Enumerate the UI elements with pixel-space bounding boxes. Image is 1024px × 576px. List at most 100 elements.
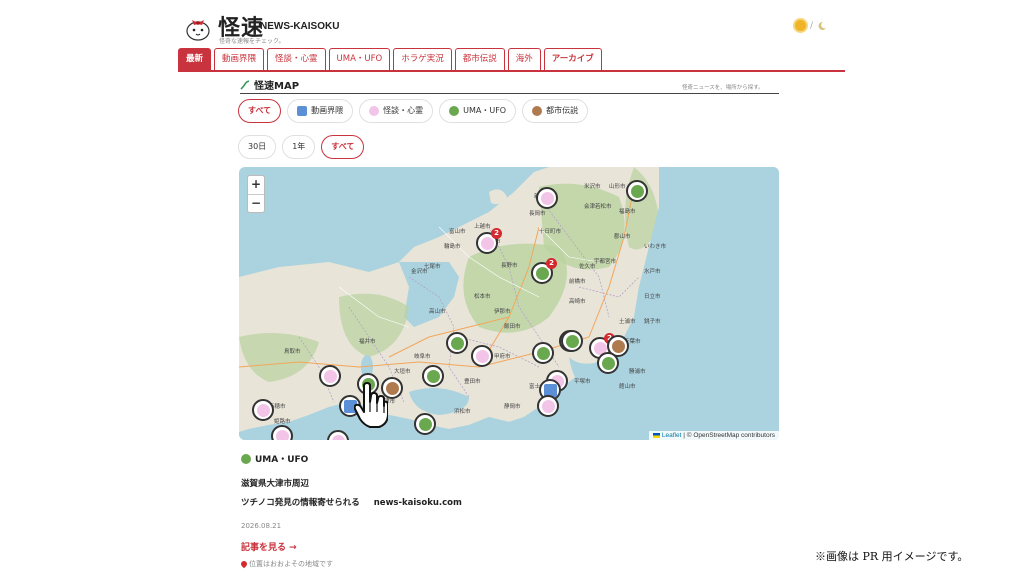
ghost-icon xyxy=(323,369,337,383)
time-chip-0[interactable]: 30日 xyxy=(238,135,277,159)
nav-tab-5[interactable]: 都市伝説 xyxy=(454,48,505,70)
leaflet-link[interactable]: Leaflet xyxy=(662,432,682,439)
map-marker[interactable] xyxy=(319,365,341,387)
map-marker[interactable]: 2 xyxy=(531,258,557,284)
category-chip-3[interactable]: UMA・UFO xyxy=(439,99,517,123)
zoom-out-button[interactable]: − xyxy=(248,194,264,212)
pin-icon xyxy=(239,559,249,569)
alien-icon xyxy=(601,356,615,370)
main-nav: 最新 動画界隈 怪談・心霊 UMA・UFO ホラゲ実況 都市伝説 海外 アーカイブ xyxy=(178,48,602,70)
city-label: 長野市 xyxy=(501,263,518,269)
ghost-icon xyxy=(256,403,270,417)
nav-tab-0[interactable]: 最新 xyxy=(178,48,212,70)
time-filters: 30日 1年 すべて xyxy=(238,135,365,159)
site-title-en[interactable]: NEWS-KAISOKU xyxy=(260,21,339,32)
category-chip-label: 怪談・心霊 xyxy=(383,106,424,115)
location-note-text: 位置はおおよその地域です xyxy=(249,560,333,568)
video-icon xyxy=(297,106,308,116)
city-label: 飯田市 xyxy=(504,324,521,330)
map-marker[interactable] xyxy=(537,395,559,417)
category-chip-0[interactable]: すべて xyxy=(238,99,282,123)
city-label: 富山市 xyxy=(449,229,466,235)
nav-tab-6[interactable]: 海外 xyxy=(507,48,541,70)
city-label: 高山市 xyxy=(429,309,446,315)
legend-icon xyxy=(611,339,625,353)
map-marker[interactable] xyxy=(536,187,558,209)
theme-toggle[interactable]: / xyxy=(795,20,827,31)
city-label: 浜松市 xyxy=(454,409,471,415)
detail-title: ツチノコ発見の情報寄せられる news-kaisoku.com xyxy=(241,496,462,508)
map-tiles[interactable] xyxy=(239,167,779,440)
nav-tab-2[interactable]: 怪談・心霊 xyxy=(267,48,326,70)
category-filters: すべて 動画界隈 怪談・心霊 UMA・UFO 都市伝説 xyxy=(238,99,589,123)
map-marker[interactable] xyxy=(597,352,619,374)
sun-icon[interactable] xyxy=(795,20,806,31)
city-label: 長岡市 xyxy=(529,211,546,217)
city-label: いわき市 xyxy=(644,244,667,250)
city-label: 七尾市 xyxy=(424,264,441,270)
city-label: 勝浦市 xyxy=(629,369,646,375)
nav-tab-7[interactable]: アーカイブ xyxy=(543,48,602,70)
map-marker[interactable] xyxy=(422,365,444,387)
city-label: 日立市 xyxy=(644,294,661,300)
category-chip-1[interactable]: 動画界隈 xyxy=(287,99,354,123)
mascot-logo-icon[interactable] xyxy=(184,14,212,42)
detail-title-text[interactable]: ツチノコ発見の情報寄せられる xyxy=(241,498,360,508)
city-label: 甲府市 xyxy=(494,354,511,360)
map-marker[interactable] xyxy=(471,345,493,367)
ghost-icon xyxy=(275,429,289,440)
alien-icon xyxy=(449,106,460,116)
category-chip-4[interactable]: 都市伝説 xyxy=(522,99,589,123)
category-chip-label: 動画界隈 xyxy=(311,106,344,115)
nav-tab-1[interactable]: 動画界隈 xyxy=(214,48,265,70)
map-marker[interactable] xyxy=(532,342,554,364)
legend-icon xyxy=(532,106,543,116)
section-note: 怪奇ニュースを、場所から探す。 xyxy=(682,85,764,91)
map-marker[interactable] xyxy=(446,332,468,354)
section-title: 怪速MAP xyxy=(240,77,299,92)
city-label: 岐阜市 xyxy=(414,354,431,360)
map-attribution: Leaflet | © OpenStreetMap contributors xyxy=(648,431,779,440)
map-marker[interactable]: 2 xyxy=(476,228,502,254)
nav-tab-3[interactable]: UMA・UFO xyxy=(328,48,391,70)
moon-icon[interactable] xyxy=(817,21,827,31)
city-label: 館山市 xyxy=(619,384,636,390)
zoom-in-button[interactable]: + xyxy=(248,176,264,194)
city-label: 米沢市 xyxy=(584,184,601,190)
map-heading-icon xyxy=(240,79,250,90)
osm-attribution: | © OpenStreetMap contributors xyxy=(681,432,775,439)
read-article-link[interactable]: 記事を見る → xyxy=(241,540,297,553)
nav-tab-4[interactable]: ホラゲ実況 xyxy=(393,48,452,70)
city-label: 山形市 xyxy=(609,184,626,190)
city-label: 輪島市 xyxy=(444,244,461,250)
city-label: 福井市 xyxy=(359,339,376,345)
map-view[interactable]: + − 長野市金沢市富山市新潟市豊田市浜松市静岡市甲府市松本市高崎市宇都宮市福井… xyxy=(239,167,779,440)
city-label: 前橋市 xyxy=(569,279,586,285)
ghost-icon xyxy=(331,434,345,440)
city-label: 豊田市 xyxy=(464,379,481,385)
alien-icon xyxy=(630,184,644,198)
cluster-count-badge: 2 xyxy=(546,258,557,269)
category-chip-2[interactable]: 怪談・心霊 xyxy=(359,99,434,123)
location-note: 位置はおおよその地域です xyxy=(239,559,333,569)
alien-icon xyxy=(418,417,432,431)
map-marker[interactable] xyxy=(271,425,293,440)
city-label: 伊那市 xyxy=(494,309,511,315)
map-marker[interactable] xyxy=(252,399,274,421)
city-label: 佐久市 xyxy=(579,264,596,270)
map-marker[interactable] xyxy=(626,180,648,202)
zoom-control: + − xyxy=(247,175,265,213)
city-label: 宇都宮市 xyxy=(594,259,617,265)
city-label: 上越市 xyxy=(474,224,491,230)
city-label: 大垣市 xyxy=(394,369,411,375)
map-marker[interactable] xyxy=(414,413,436,435)
time-chip-2[interactable]: すべて xyxy=(321,135,365,159)
city-label: 銚子市 xyxy=(644,319,661,325)
ghost-icon xyxy=(369,106,380,116)
city-label: 平塚市 xyxy=(574,379,591,385)
time-chip-1[interactable]: 1年 xyxy=(282,135,316,159)
city-label: 郡山市 xyxy=(614,234,631,240)
detail-category: UMA・UFO xyxy=(241,452,308,465)
map-marker[interactable] xyxy=(561,330,583,352)
city-label: 福島市 xyxy=(619,209,636,215)
